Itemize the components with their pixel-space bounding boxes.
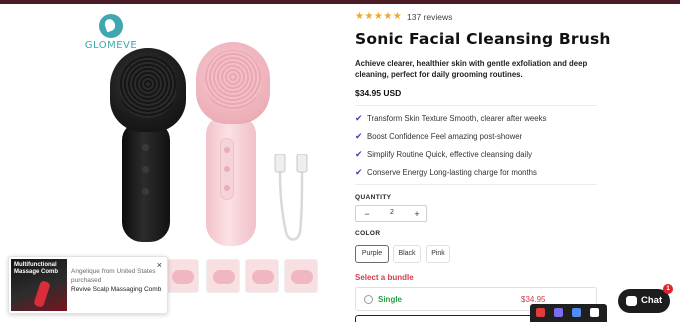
extension-icon[interactable] [572,308,581,317]
thumbnail-image[interactable] [245,259,279,293]
pink-button-icon [224,185,230,191]
record-icon[interactable] [536,308,545,317]
popup-image-title: Multifunctional Massage Comb [14,262,59,275]
divider [355,105,597,106]
quantity-label: QUANTITY [355,194,392,201]
increase-quantity-button[interactable]: + [410,208,424,220]
black-brush-head [110,48,186,132]
divider [355,184,597,185]
quantity-value[interactable]: 2 [380,209,404,216]
bundle-name: Single [378,295,403,304]
power-button-icon [142,144,149,151]
color-option-black[interactable]: Black [393,245,421,263]
speed-button-icon [142,188,149,195]
chat-notification-badge: 1 [663,284,673,294]
popup-product-name[interactable]: Revive Scalp Massaging Comb [71,285,163,295]
check-icon: ✔ [355,167,363,177]
benefit-item: ✔ Conserve Energy Long-lasting charge for… [355,167,537,177]
bundle-radio[interactable] [364,295,373,304]
chat-icon [626,296,637,306]
check-icon: ✔ [355,149,363,159]
bundle-label: Select a bundle [355,273,414,282]
thumbnail-image[interactable] [165,259,199,293]
thumbnail-image[interactable] [284,259,318,293]
product-title: Sonic Facial Cleansing Brush [355,30,611,48]
pink-brush-head [196,42,270,124]
rating-stars-icon: ★★★★★ [355,11,403,22]
bundle-price: $34.95 [521,295,546,304]
check-icon: ✔ [355,131,363,141]
chat-button[interactable]: Chat [618,289,670,313]
thumbnail-image[interactable] [206,259,240,293]
benefit-item: ✔ Simplify Routine Quick, effective clean… [355,149,532,159]
pink-button-panel [220,138,234,200]
color-label: COLOR [355,230,381,237]
popup-product-image: Multifunctional Massage Comb [11,259,67,311]
extension-toolbar [530,304,607,322]
close-icon[interactable]: × [157,260,162,270]
color-option-pink[interactable]: Pink [426,245,450,263]
product-description: Achieve clearer, healthier skin with gen… [355,59,588,79]
extension-icon[interactable] [590,308,599,317]
pink-button-icon [224,147,230,153]
decrease-quantity-button[interactable]: − [360,208,374,220]
benefits-list: ✔ Transform Skin Texture Smooth, clearer … [355,112,600,184]
usb-cable-image [274,154,308,241]
reviews-count[interactable]: 137 reviews [407,12,452,22]
product-price: $34.95 USD [355,88,402,98]
color-option-purple[interactable]: Purple [355,245,389,263]
check-icon: ✔ [355,113,363,123]
brand-logo-text: GLOMEVE [84,40,138,51]
chat-label: Chat [641,295,663,306]
brand-logo-icon [99,14,123,38]
benefit-item: ✔ Boost Confidence Feel amazing post-show… [355,131,523,141]
massage-comb-image [33,280,51,308]
brand-logo: GLOMEVE [83,14,139,51]
pink-button-icon [224,166,230,172]
product-info: ★★★★★ 137 reviews Sonic Facial Cleansing… [355,0,615,322]
mode-button-icon [142,166,149,173]
popup-purchase-text: Angelique from United States purchased [71,268,156,284]
quantity-stepper: − 2 + [355,205,427,222]
black-brush-handle [122,122,170,242]
recent-purchase-popup[interactable]: Multifunctional Massage Comb Angelique f… [8,256,168,314]
benefit-item: ✔ Transform Skin Texture Smooth, clearer … [355,113,547,123]
extension-icon[interactable] [554,308,563,317]
pink-brush-handle [206,116,256,246]
